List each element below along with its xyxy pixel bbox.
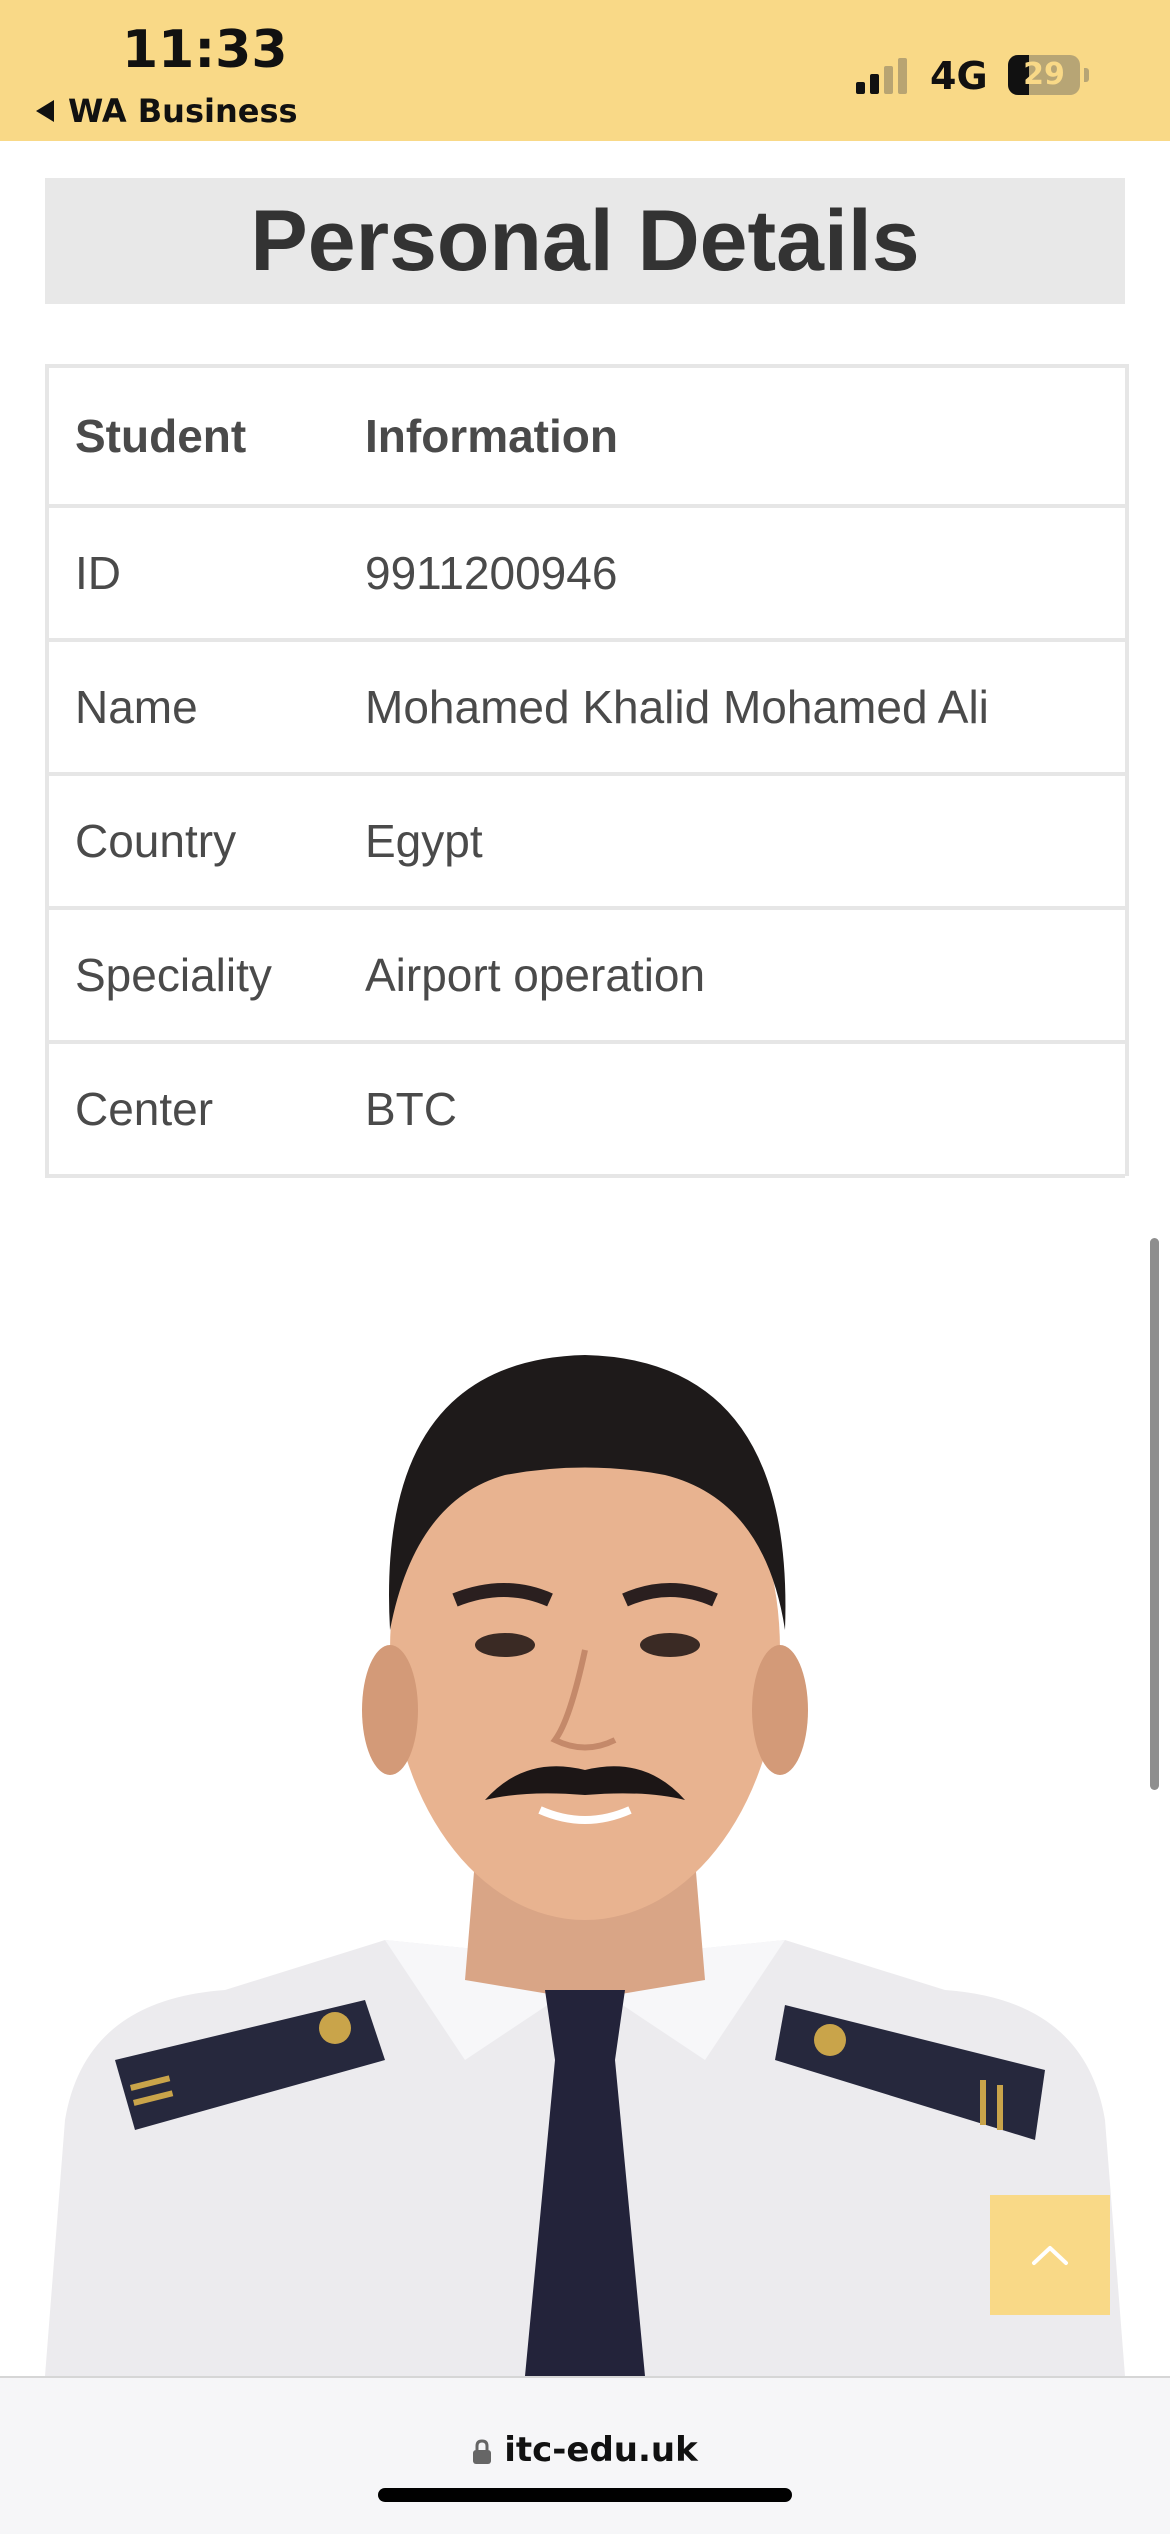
row-value-name: Mohamed Khalid Mohamed Ali bbox=[335, 638, 1125, 776]
row-label-speciality: Speciality bbox=[45, 906, 335, 1044]
row-label-id: ID bbox=[45, 504, 335, 642]
header-student: Student bbox=[45, 364, 335, 508]
home-indicator[interactable] bbox=[378, 2488, 792, 2502]
status-bar: 11:33 WA Business 4G 29 bbox=[0, 0, 1170, 141]
signal-icon bbox=[856, 58, 907, 94]
table-row: Center BTC bbox=[45, 1040, 1125, 1178]
row-value-country: Egypt bbox=[335, 772, 1125, 910]
section-heading-box: Personal Details bbox=[45, 178, 1125, 304]
table-row: ID 9911200946 bbox=[45, 504, 1125, 642]
back-to-app-button[interactable]: WA Business bbox=[36, 92, 298, 130]
network-type: 4G bbox=[930, 54, 988, 98]
portrait-illustration bbox=[45, 1355, 1125, 2376]
table-row: Speciality Airport operation bbox=[45, 906, 1125, 1044]
row-value-speciality: Airport operation bbox=[335, 906, 1125, 1044]
student-photo bbox=[45, 1300, 1125, 2376]
details-table: Student Information ID 9911200946 Name M… bbox=[45, 364, 1125, 1178]
table-header-row: Student Information bbox=[45, 364, 1125, 508]
row-value-center: BTC bbox=[335, 1040, 1125, 1178]
scrollbar[interactable] bbox=[1150, 1238, 1159, 1790]
back-triangle-icon bbox=[36, 100, 54, 122]
browser-address-bar[interactable]: itc-edu.uk bbox=[0, 2376, 1170, 2534]
back-app-label: WA Business bbox=[68, 92, 298, 130]
row-value-id: 9911200946 bbox=[335, 504, 1125, 642]
battery-percent: 29 bbox=[1023, 57, 1065, 92]
header-information: Information bbox=[335, 364, 1125, 508]
battery-icon: 29 bbox=[1008, 55, 1089, 95]
url-text: itc-edu.uk bbox=[504, 2430, 698, 2470]
row-label-country: Country bbox=[45, 772, 335, 910]
chevron-up-icon bbox=[1032, 2246, 1068, 2265]
status-time: 11:33 bbox=[122, 20, 288, 80]
page-title: Personal Details bbox=[250, 193, 920, 289]
row-label-center: Center bbox=[45, 1040, 335, 1178]
lock-icon bbox=[473, 2438, 492, 2464]
back-to-top-button[interactable] bbox=[990, 2195, 1110, 2315]
row-label-name: Name bbox=[45, 638, 335, 776]
table-row: Name Mohamed Khalid Mohamed Ali bbox=[45, 638, 1125, 776]
url-display[interactable]: itc-edu.uk bbox=[0, 2430, 1170, 2470]
table-row: Country Egypt bbox=[45, 772, 1125, 910]
